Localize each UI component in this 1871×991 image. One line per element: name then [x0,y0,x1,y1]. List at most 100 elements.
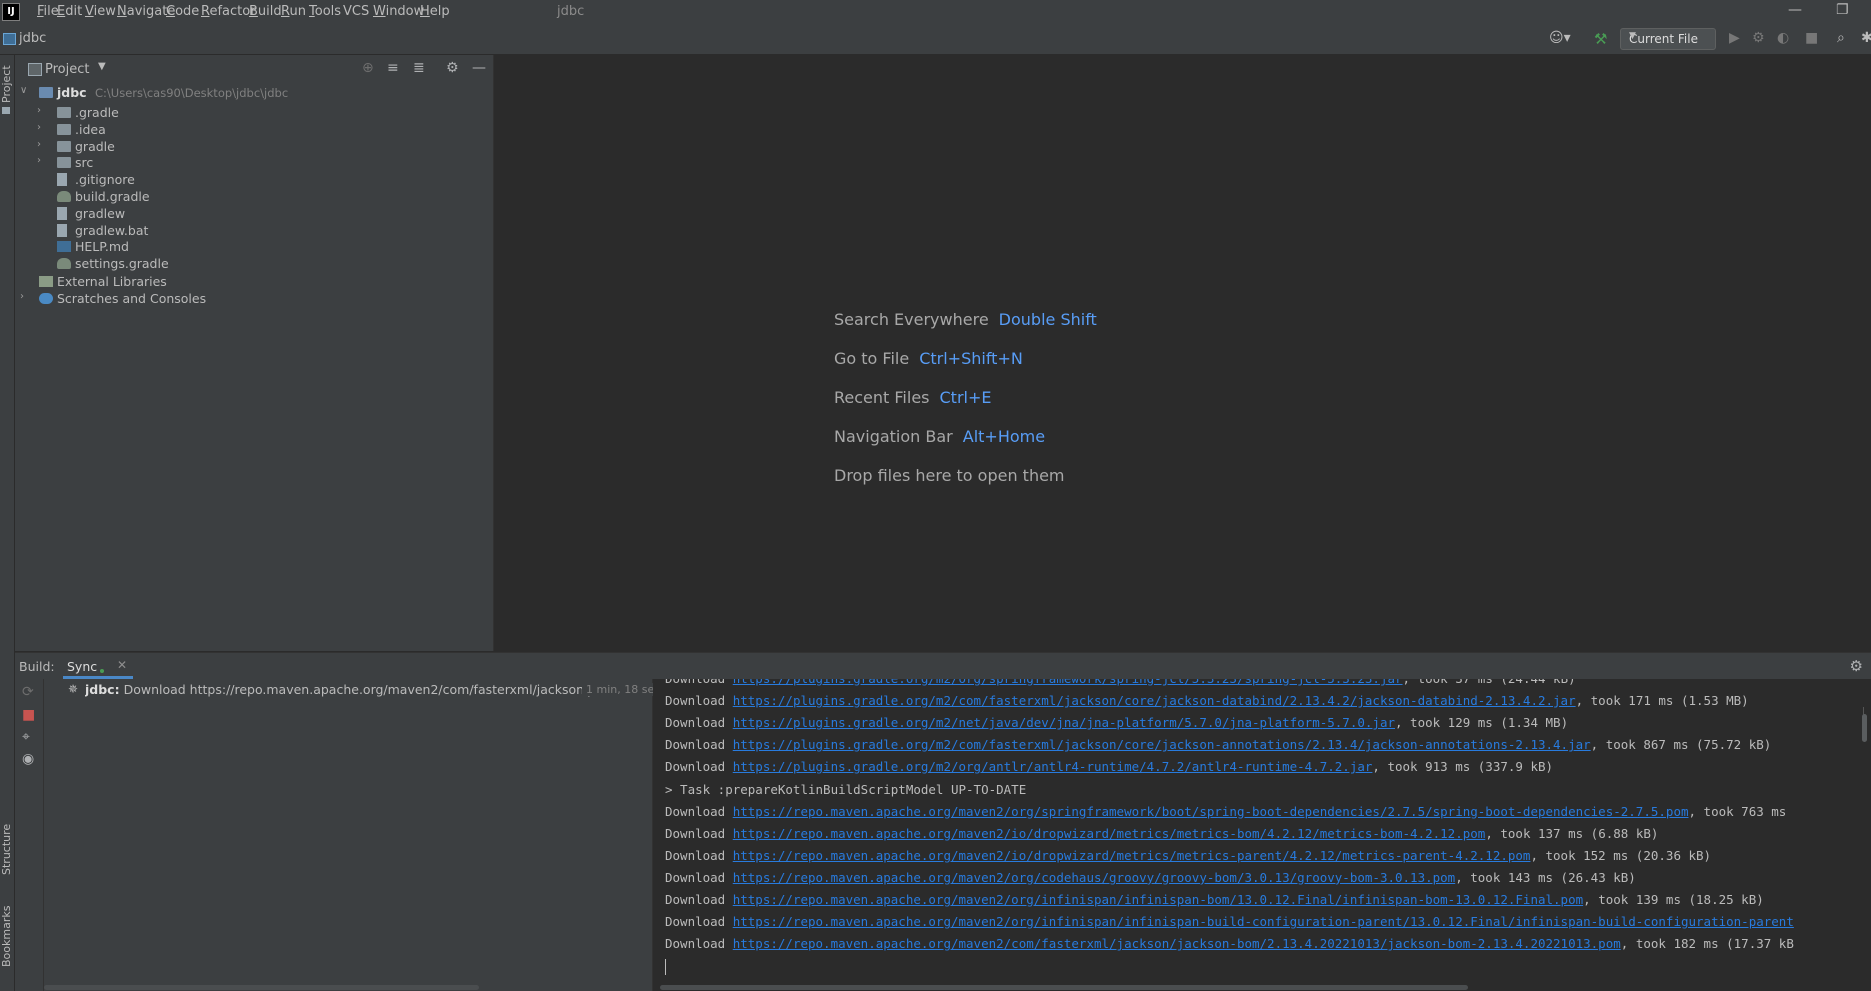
app-logo: IJ [2,3,20,21]
project-view-icon [28,63,42,76]
menu-edit[interactable]: Edit [57,4,82,19]
menu-run[interactable]: Run [281,4,306,19]
hide-panel-icon[interactable]: — [472,60,486,76]
menu-build[interactable]: Build [249,4,282,19]
structure-tool-tab[interactable]: Structure [0,824,13,875]
menu-mnemonic: W [373,4,386,19]
settings-icon[interactable]: ✱ [1861,30,1871,46]
tree-item-label: settings.gradle [75,256,169,272]
menu-vcs[interactable]: VCS [343,4,369,19]
tree-item-label: .gradle [75,105,119,120]
sync-project-name: jdbc: [85,682,120,697]
run-configuration-select[interactable]: Current File ▼ [1620,28,1716,50]
pin-icon[interactable]: ⌖ [22,729,30,745]
bookmarks-tool-tab[interactable]: Bookmarks [0,906,13,967]
console-line-suffix: , took 139 ms (18.25 kB) [1583,892,1764,907]
console-horizontal-scrollbar[interactable] [660,985,1468,990]
console-line-prefix: > Task :prepareKotlinBuildScriptModel UP… [665,781,1027,797]
console-line: Download https://plugins.gradle.org/m2/o… [665,679,1576,686]
editor-hint: Navigation Bar Alt+Home [834,427,1045,446]
chevron-right-icon[interactable]: › [37,155,41,166]
sync-tree-row[interactable]: ✵ jdbc: Download https://repo.maven.apac… [44,679,661,701]
console-vertical-scrollbar[interactable] [1862,714,1867,742]
console-link[interactable]: https://repo.maven.apache.org/maven2/io/… [733,848,1531,863]
project-view-selector[interactable]: Project [45,62,89,77]
build-tree-horizontal-scrollbar[interactable] [44,985,479,990]
breadcrumb-project[interactable]: jdbc [19,31,46,46]
file-icon [57,206,67,220]
libraries-icon [39,276,53,287]
console-link[interactable]: https://repo.maven.apache.org/maven2/org… [733,804,1689,819]
tree-item-label: .gitignore [75,172,135,188]
gear-icon[interactable]: ⚙ [446,60,459,76]
menu-tools[interactable]: Tools [309,4,341,19]
console-line: Download https://repo.maven.apache.org/m… [665,804,1786,819]
minimize-button[interactable]: — [1788,2,1802,18]
build-console[interactable]: Download https://plugins.gradle.org/m2/o… [653,679,1871,991]
run-icon[interactable]: ▶ [1729,30,1740,46]
tree-item-label: gradlew [75,205,126,221]
menu-refactor[interactable]: Refactor [201,4,256,19]
console-link[interactable]: https://repo.maven.apache.org/maven2/org… [733,892,1583,907]
menu-file[interactable]: File [37,4,59,19]
project-module-icon [3,33,16,45]
profile-icon[interactable]: ◐ [1777,30,1789,46]
console-line: Download https://repo.maven.apache.org/m… [665,914,1794,929]
resync-icon[interactable]: ⟳ [22,684,34,700]
console-line-prefix: Download [665,847,733,863]
console-line-prefix: Download [665,914,733,930]
build-tool-window-header: Build: Sync ✕ ⚙ [15,652,1871,679]
chevron-down-icon[interactable]: ∨ [20,85,27,96]
tab-sync[interactable]: Sync ✕ [63,653,133,679]
console-link[interactable]: https://plugins.gradle.org/m2/org/antlr/… [733,759,1373,774]
console-line-suffix: , took 37 ms (24.44 kB) [1403,679,1576,686]
editor-empty-area[interactable]: Search Everywhere Double Shift Go to File C… [494,55,1871,651]
locate-file-icon[interactable]: ⊕ [362,60,374,76]
close-icon[interactable]: ✕ [117,658,127,672]
menu-view[interactable]: View [85,4,116,19]
eye-icon[interactable]: ◉ [22,751,34,767]
sync-status-text: Download https://repo.maven.apache.org/m… [123,682,645,697]
stop-icon[interactable]: ■ [1805,30,1818,46]
folder-icon [57,107,71,118]
chevron-down-icon[interactable]: ▼ [98,61,106,72]
user-icon[interactable]: ☺▾ [1549,30,1571,46]
chevron-right-icon[interactable]: › [37,105,41,116]
menu-window[interactable]: Window [373,4,424,19]
console-link[interactable]: https://plugins.gradle.org/m2/com/faster… [733,737,1591,752]
console-line: Download https://repo.maven.apache.org/m… [665,848,1711,863]
collapse-all-icon[interactable]: ≣ [413,60,425,76]
menu-code[interactable]: Code [166,4,199,19]
editor-hint: Recent Files Ctrl+E [834,388,991,407]
restore-button[interactable]: ❐ [1836,2,1849,18]
left-tool-stripe: Project Structure Bookmarks [0,55,15,991]
stop-icon[interactable]: ■ [22,707,35,723]
console-caret [665,959,666,975]
chevron-right-icon[interactable]: › [37,122,41,133]
console-line-suffix: , took 867 ms (75.72 kB) [1590,737,1772,753]
console-link[interactable]: https://plugins.gradle.org/m2/net/java/d… [733,715,1395,730]
gear-icon[interactable]: ⚙ [1850,657,1863,675]
tree-item-label: .idea [75,121,106,137]
menu-help[interactable]: Help [420,4,450,19]
project-tool-tab[interactable]: Project [0,65,13,103]
console-link[interactable]: https://repo.maven.apache.org/maven2/com… [733,936,1621,951]
expand-all-icon[interactable]: ≡ [387,60,399,76]
console-link[interactable]: https://repo.maven.apache.org/maven2/org… [733,914,1794,929]
console-link[interactable]: https://plugins.gradle.org/m2/com/faster… [733,693,1576,708]
debug-icon[interactable]: ⚙ [1752,30,1765,46]
console-link[interactable]: https://plugins.gradle.org/m2/org/spring… [733,679,1403,686]
console-link[interactable]: https://repo.maven.apache.org/maven2/io/… [733,826,1486,841]
search-icon[interactable]: ⌕ [1837,30,1845,46]
chevron-right-icon[interactable]: › [20,291,24,302]
build-hammer-icon[interactable]: ⚒ [1594,30,1607,48]
console-line: Download https://plugins.gradle.org/m2/c… [665,737,1771,752]
tree-scratches[interactable]: › Scratches and Consoles [15,289,493,309]
navigation-bar: jdbc ☺▾ ⚒ Current File ▼ ▶ ⚙ ◐ ■ ⌕ ✱ [0,24,1871,55]
hint-label: Go to File [834,349,910,368]
menu-label: ools [314,4,342,19]
console-link[interactable]: https://repo.maven.apache.org/maven2/org… [733,870,1455,885]
menu-mnemonic: H [420,4,430,19]
chevron-right-icon[interactable]: › [37,139,41,150]
tree-root-jdbc[interactable]: ∨ jdbc C:\Users\cas90\Desktop\jdbc\jdbc [15,83,493,103]
